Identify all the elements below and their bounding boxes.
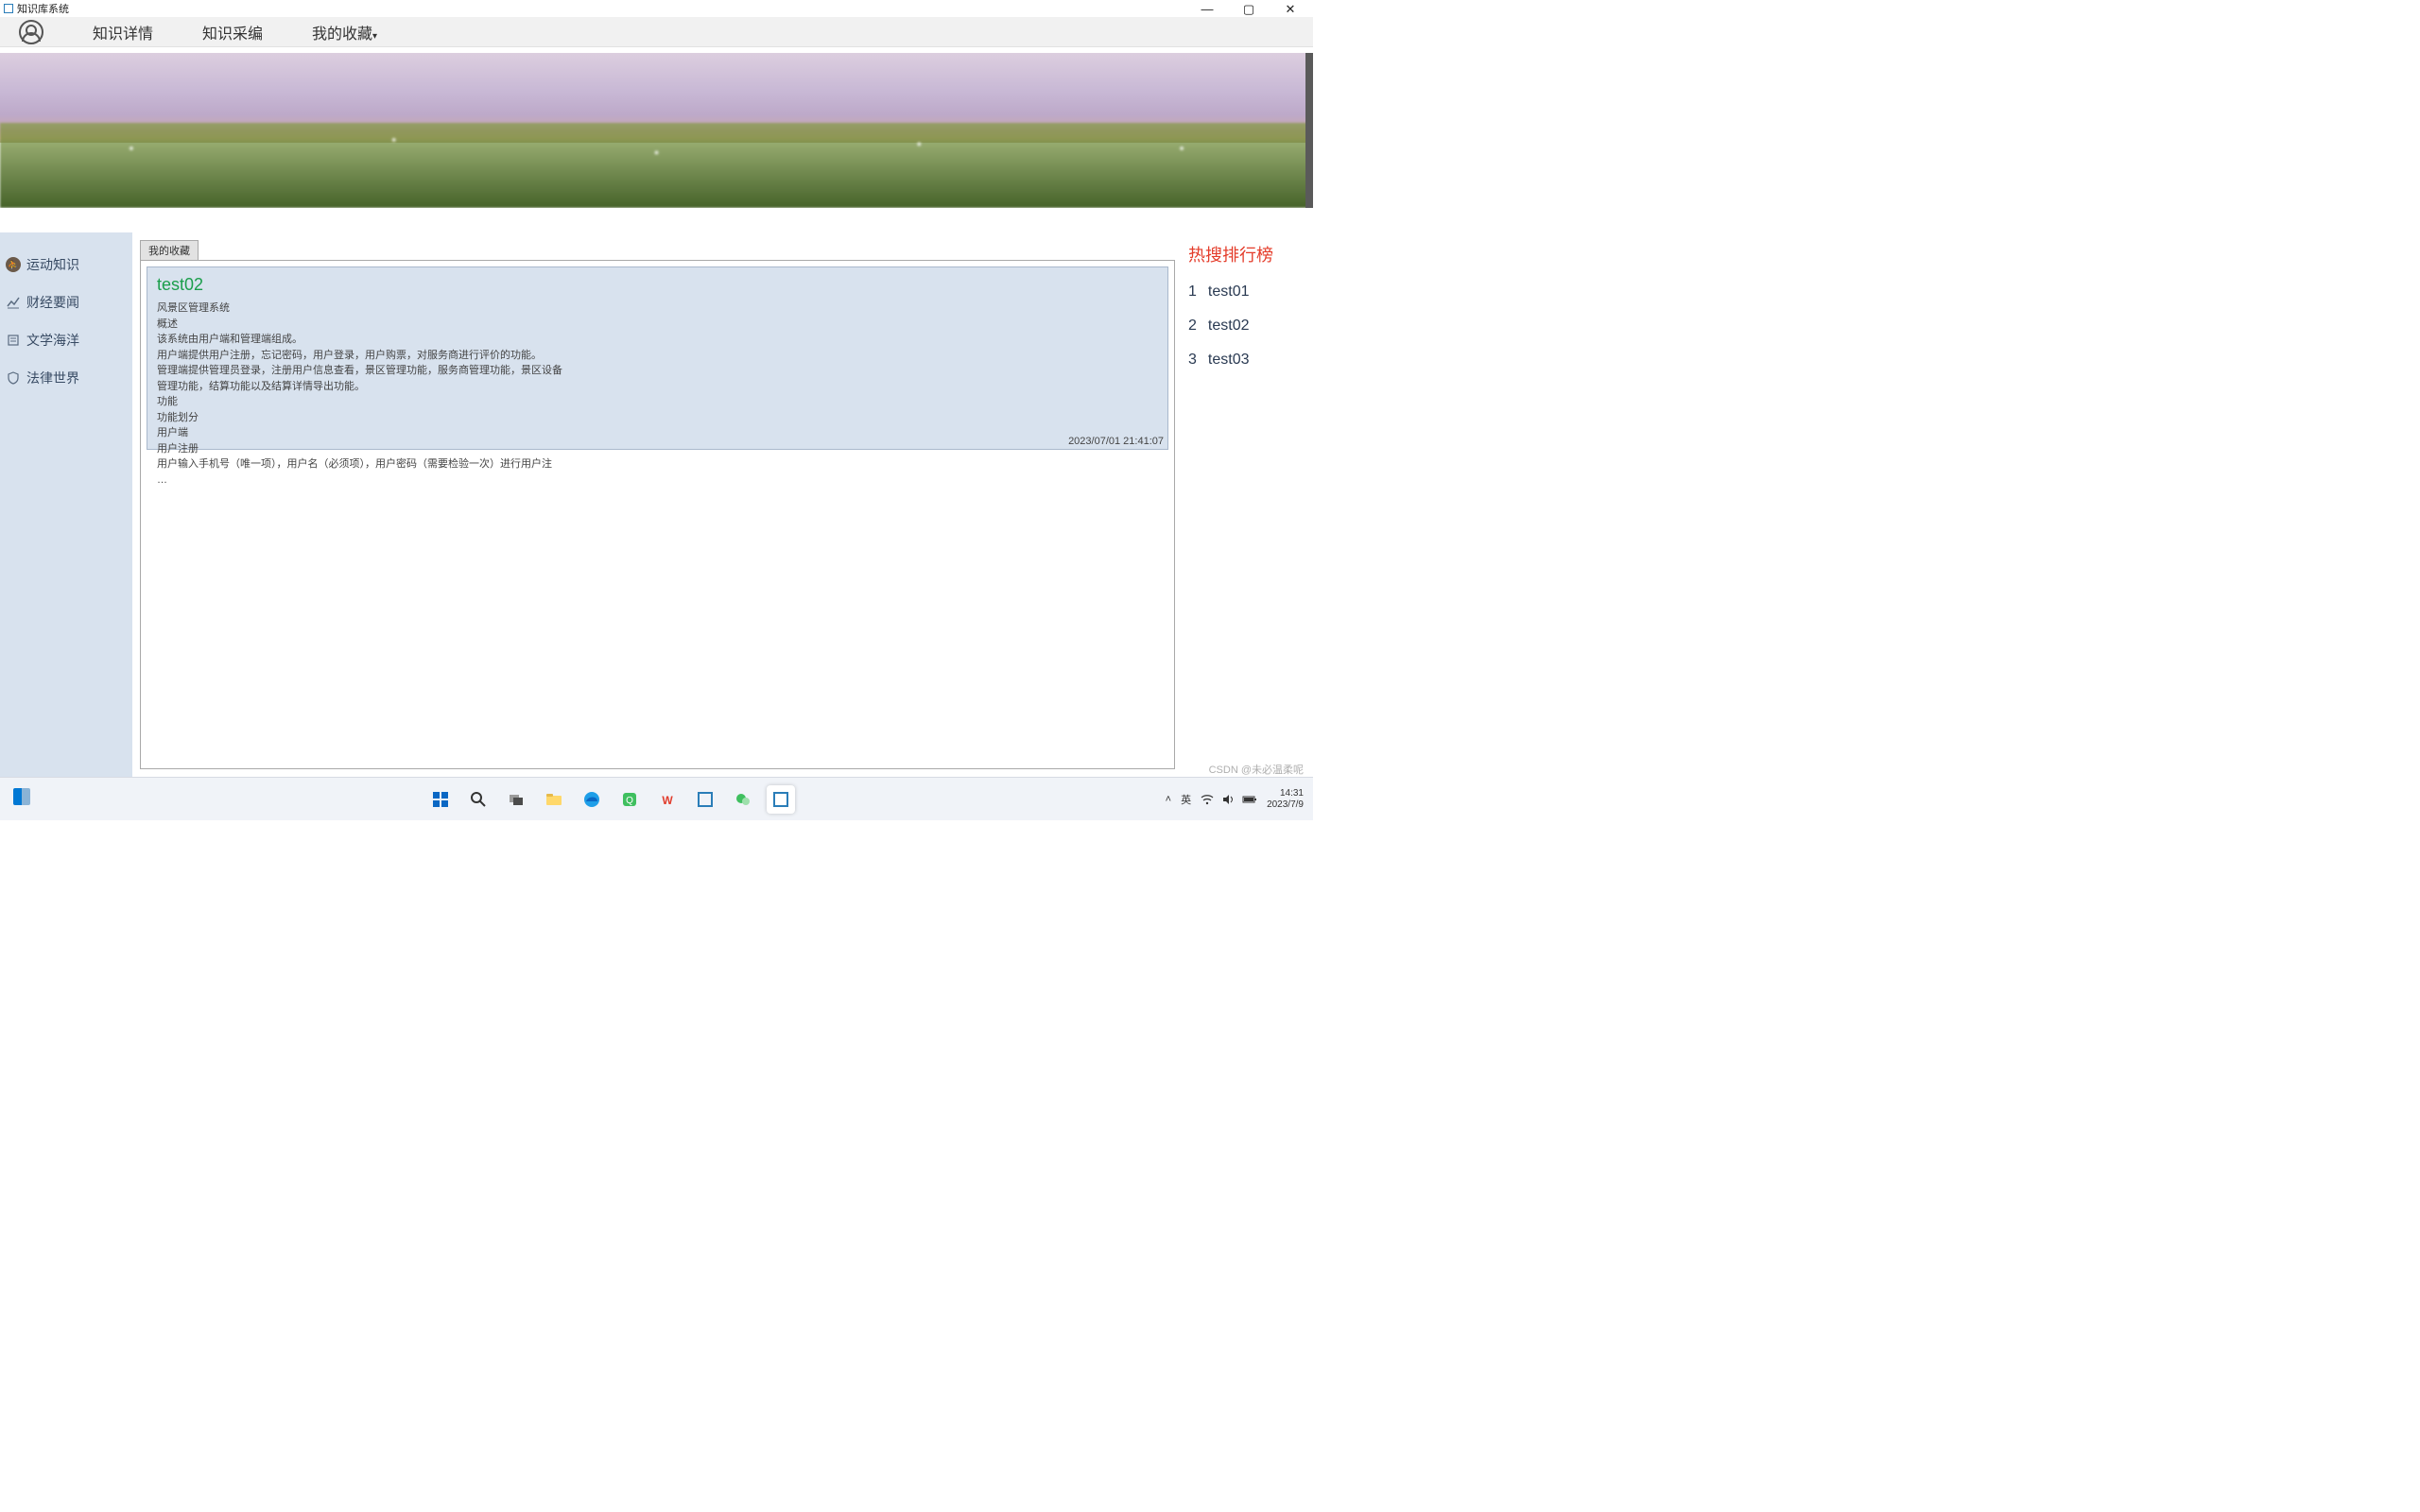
app-blue1-icon[interactable] bbox=[691, 785, 719, 814]
nav-knowledge-detail[interactable]: 知识详情 bbox=[93, 21, 153, 43]
window-title: 知识库系统 bbox=[17, 1, 69, 16]
chevron-down-icon: ▾ bbox=[372, 31, 377, 42]
nav-item-label: 知识详情 bbox=[93, 26, 153, 43]
close-button[interactable]: ✕ bbox=[1281, 3, 1300, 15]
clock-time: 14:31 bbox=[1267, 788, 1304, 799]
app-current-icon[interactable] bbox=[767, 785, 795, 814]
sidebar-item-label: 法律世界 bbox=[26, 369, 79, 387]
spacer bbox=[0, 208, 1313, 232]
window-controls: — ▢ ✕ bbox=[1198, 3, 1309, 15]
taskbar-center: Q W bbox=[57, 785, 1166, 814]
shield-icon bbox=[6, 370, 21, 386]
ime-indicator[interactable]: 英 bbox=[1181, 792, 1191, 807]
rail-item-1[interactable]: 1 test01 bbox=[1188, 284, 1302, 301]
taskbar-right: ˄ 英 14:31 2023/7/9 bbox=[1166, 788, 1313, 811]
edge-icon[interactable] bbox=[578, 785, 606, 814]
battery-icon[interactable] bbox=[1242, 793, 1257, 806]
app-icon bbox=[4, 4, 13, 13]
rail-title: 热搜排行榜 bbox=[1188, 242, 1302, 266]
minimize-button[interactable]: — bbox=[1198, 3, 1217, 15]
wifi-icon[interactable] bbox=[1201, 793, 1214, 806]
clock[interactable]: 14:31 2023/7/9 bbox=[1267, 788, 1304, 811]
watermark: CSDN @未必温柔呢 bbox=[1209, 762, 1304, 777]
sidebar-item-label: 运动知识 bbox=[26, 255, 79, 274]
sport-icon: ⛹ bbox=[6, 257, 21, 272]
rail-label: test03 bbox=[1208, 352, 1250, 369]
nav-my-favorites[interactable]: 我的收藏▾ bbox=[312, 21, 377, 43]
sidebar-item-finance[interactable]: 财经要闻 bbox=[0, 284, 132, 321]
chart-icon bbox=[6, 295, 21, 310]
rail-label: test01 bbox=[1208, 284, 1250, 301]
sidebar-item-sport[interactable]: ⛹ 运动知识 bbox=[0, 246, 132, 284]
app-green-icon[interactable]: Q bbox=[615, 785, 644, 814]
rail-item-3[interactable]: 3 test03 bbox=[1188, 352, 1302, 369]
nav-item-label: 知识采编 bbox=[202, 26, 263, 43]
maximize-button[interactable]: ▢ bbox=[1239, 3, 1258, 15]
tray-chevron-icon[interactable]: ˄ bbox=[1166, 794, 1171, 805]
tab-favorites[interactable]: 我的收藏 bbox=[140, 240, 199, 260]
category-sidebar: ⛹ 运动知识 财经要闻 文学海洋 法律世界 bbox=[0, 232, 132, 777]
window-titlebar: 知识库系统 — ▢ ✕ bbox=[0, 0, 1313, 17]
profile-icon[interactable] bbox=[19, 20, 43, 44]
sidebar-item-label: 财经要闻 bbox=[26, 293, 79, 312]
favorites-panel: test02 风景区管理系统 概述 该系统由用户端和管理端组成。 用户端提供用户… bbox=[140, 260, 1175, 769]
taskbar-left bbox=[0, 788, 57, 810]
article-card[interactable]: test02 风景区管理系统 概述 该系统由用户端和管理端组成。 用户端提供用户… bbox=[147, 266, 1168, 450]
sidebar-item-literature[interactable]: 文学海洋 bbox=[0, 321, 132, 359]
wechat-icon[interactable] bbox=[729, 785, 757, 814]
content-area: 我的收藏 test02 风景区管理系统 概述 该系统由用户端和管理端组成。 用户… bbox=[132, 232, 1183, 777]
search-icon[interactable] bbox=[464, 785, 493, 814]
svg-text:Q: Q bbox=[626, 796, 633, 806]
sidebar-item-law[interactable]: 法律世界 bbox=[0, 359, 132, 397]
rail-label: test02 bbox=[1208, 318, 1250, 335]
sidebar-item-label: 文学海洋 bbox=[26, 331, 79, 350]
hot-search-rail: 热搜排行榜 1 test01 2 test02 3 test03 bbox=[1183, 232, 1307, 777]
article-timestamp: 2023/07/01 21:41:07 bbox=[1068, 436, 1164, 447]
windows-taskbar: Q W ˄ 英 14:31 2023 bbox=[0, 777, 1313, 820]
svg-text:W: W bbox=[663, 794, 674, 807]
tab-bar: 我的收藏 bbox=[140, 240, 1175, 260]
article-body: 风景区管理系统 概述 该系统由用户端和管理端组成。 用户端提供用户注册，忘记密码… bbox=[157, 301, 1158, 488]
top-nav: 知识详情 知识采编 我的收藏▾ bbox=[0, 17, 1313, 47]
rail-rank: 2 bbox=[1188, 318, 1197, 335]
banner-image bbox=[0, 47, 1313, 208]
wps-icon[interactable]: W bbox=[653, 785, 682, 814]
start-icon[interactable] bbox=[426, 785, 455, 814]
rail-rank: 1 bbox=[1188, 284, 1197, 301]
book-icon bbox=[6, 333, 21, 348]
clock-date: 2023/7/9 bbox=[1267, 799, 1304, 811]
explorer-icon[interactable] bbox=[540, 785, 568, 814]
tab-label: 我的收藏 bbox=[148, 246, 190, 257]
main-area: ⛹ 运动知识 财经要闻 文学海洋 法律世界 我的收藏 bbox=[0, 232, 1313, 777]
volume-icon[interactable] bbox=[1221, 793, 1235, 806]
article-title: test02 bbox=[157, 275, 1158, 295]
nav-item-label: 我的收藏 bbox=[312, 26, 372, 43]
rail-item-2[interactable]: 2 test02 bbox=[1188, 318, 1302, 335]
rail-rank: 3 bbox=[1188, 352, 1197, 369]
nav-knowledge-edit[interactable]: 知识采编 bbox=[202, 21, 263, 43]
taskview-icon[interactable] bbox=[502, 785, 530, 814]
widgets-icon[interactable] bbox=[13, 788, 30, 805]
